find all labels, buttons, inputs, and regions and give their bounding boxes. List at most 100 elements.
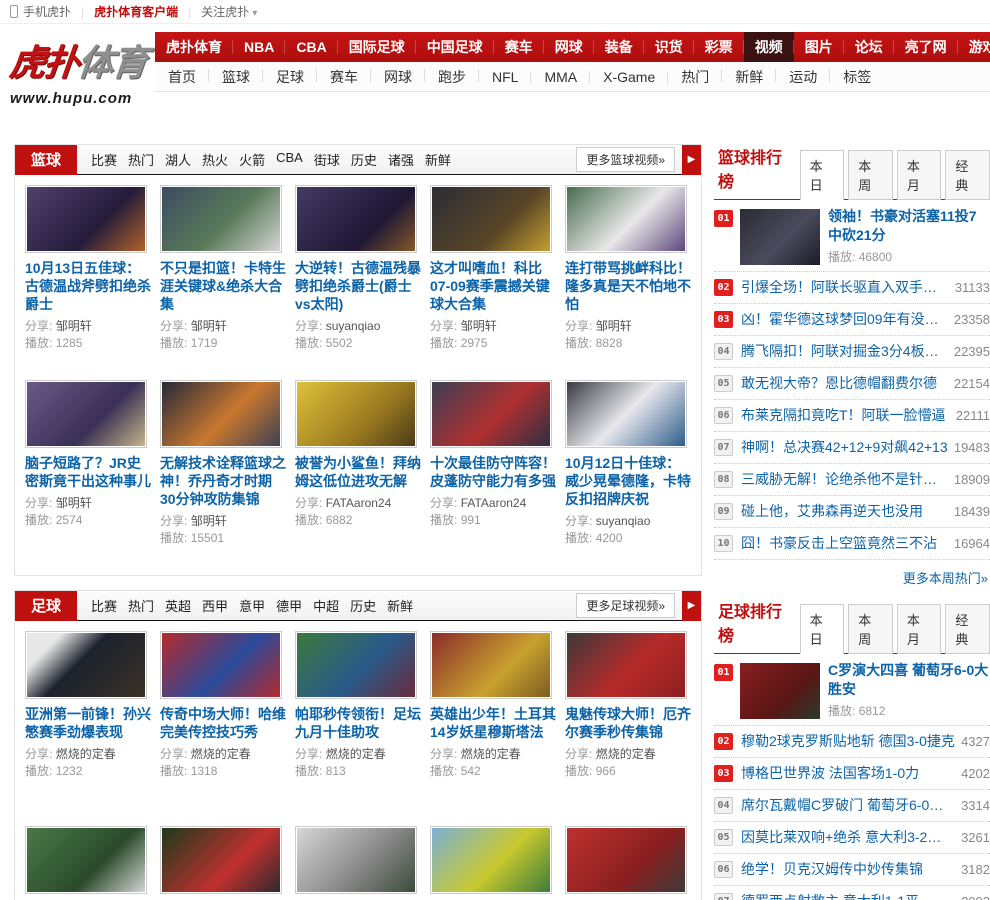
- video-thumbnail[interactable]: [295, 185, 417, 253]
- ranking-item-title[interactable]: 德罗西点射救主 意大利1-1平: [741, 892, 955, 900]
- ranking-item[interactable]: 04 席尔瓦戴帽C罗破门 葡萄牙6-0狂胜 3314: [714, 790, 990, 822]
- ranking-item[interactable]: 04 腾飞隔扣！阿联对掘金3分4板表现 22395: [714, 336, 990, 368]
- video-thumbnail[interactable]: [565, 631, 687, 699]
- fb-tab-bundesliga[interactable]: 德甲: [276, 596, 302, 615]
- subnav-xgame[interactable]: X-Game: [590, 69, 669, 85]
- bb-tab-history[interactable]: 历史: [351, 150, 377, 169]
- video-thumbnail[interactable]: [565, 826, 687, 894]
- fb-tab-csl[interactable]: 中超: [313, 596, 339, 615]
- ranking-item-title[interactable]: 布莱克隔扣竟吃T！阿联一脸懵逼: [741, 406, 950, 425]
- ranking-top-item[interactable]: 01 领袖！书豪对活塞11投7中砍21分 播放: 46800: [714, 200, 990, 272]
- video-thumbnail[interactable]: [430, 380, 552, 448]
- video-thumbnail[interactable]: [25, 631, 147, 699]
- subnav-tags[interactable]: 标签: [830, 67, 884, 87]
- video-thumbnail[interactable]: [430, 631, 552, 699]
- ranking-thumbnail[interactable]: [740, 209, 820, 265]
- nav-gear[interactable]: 装备: [594, 32, 644, 62]
- video-title[interactable]: 英雄出少年！土耳其14岁妖星穆斯塔法: [430, 705, 556, 741]
- fb-rank-tab-week[interactable]: 本周: [848, 604, 893, 654]
- nav-racing[interactable]: 赛车: [494, 32, 544, 62]
- fb-tab-laliga[interactable]: 西甲: [202, 596, 228, 615]
- ranking-item[interactable]: 07 神啊！总决赛42+12+9对飙42+13 19483: [714, 432, 990, 464]
- subnav-mma[interactable]: MMA: [531, 69, 590, 85]
- ranking-item[interactable]: 03 凶！霍华德这球梦回09年有没有？ 23358: [714, 304, 990, 336]
- ranking-item-title[interactable]: 穆勒2球克罗斯贴地斩 德国3-0捷克: [741, 732, 955, 751]
- ranking-item[interactable]: 09 碰上他，艾弗森再逆天也没用 18439: [714, 496, 990, 528]
- ranking-item[interactable]: 02 引爆全场！阿联长驱直入双手隔扣 31133: [714, 272, 990, 304]
- ranking-item[interactable]: 06 布莱克隔扣竟吃T！阿联一脸懵逼 22111: [714, 400, 990, 432]
- bb-tab-cba[interactable]: CBA: [276, 150, 303, 169]
- nav-nba[interactable]: NBA: [233, 32, 286, 62]
- video-title[interactable]: 大逆转！古德温残暴劈扣绝杀爵士(爵士vs太阳): [295, 259, 421, 313]
- video-thumbnail[interactable]: [295, 826, 417, 894]
- nav-video-active[interactable]: 视频: [743, 32, 794, 62]
- site-logo[interactable]: 虎扑体育 www.hupu.com: [8, 34, 155, 107]
- fb-tab-hot[interactable]: 热门: [128, 596, 154, 615]
- subnav-hot[interactable]: 热门: [668, 67, 723, 87]
- subnav-tennis[interactable]: 网球: [371, 67, 425, 87]
- ranking-item[interactable]: 07 德罗西点射救主 意大利1-1平 2993: [714, 886, 990, 900]
- ranking-item[interactable]: 05 因莫比莱双响+绝杀 意大利3-2险胜 3261: [714, 822, 990, 854]
- nav-hupu-sports[interactable]: 虎扑体育: [155, 32, 233, 62]
- more-arrow-icon[interactable]: [682, 144, 701, 175]
- video-title[interactable]: 亚洲第一前锋！孙兴慜赛季劲爆表现: [25, 705, 151, 741]
- client-link[interactable]: 虎扑体育客户端: [94, 3, 178, 20]
- video-thumbnail[interactable]: [160, 631, 282, 699]
- bb-rank-tab-week[interactable]: 本周: [848, 150, 893, 200]
- nav-lottery[interactable]: 彩票: [694, 32, 744, 62]
- ranking-item[interactable]: 02 穆勒2球克罗斯贴地斩 德国3-0捷克 4327: [714, 726, 990, 758]
- more-arrow-icon[interactable]: [682, 590, 701, 621]
- video-thumbnail[interactable]: [565, 185, 687, 253]
- video-thumbnail[interactable]: [430, 826, 552, 894]
- follow-dropdown[interactable]: 关注虎扑: [201, 3, 257, 20]
- ranking-item-title[interactable]: 凶！霍华德这球梦回09年有没有？: [741, 310, 948, 329]
- video-thumbnail[interactable]: [295, 380, 417, 448]
- nav-forum[interactable]: 论坛: [844, 32, 894, 62]
- bb-tab-rockets[interactable]: 火箭: [239, 150, 265, 169]
- ranking-item[interactable]: 08 三威胁无解！论绝杀他不是针对谁 18909: [714, 464, 990, 496]
- subnav-basketball[interactable]: 篮球: [209, 67, 263, 87]
- bb-tab-heat[interactable]: 热火: [202, 150, 228, 169]
- video-thumbnail[interactable]: [25, 826, 147, 894]
- nav-games[interactable]: 游戏: [958, 32, 990, 62]
- ranking-top-item[interactable]: 01 C罗演大四喜 葡萄牙6-0大胜安 播放: 6812: [714, 654, 990, 726]
- ranking-item-title[interactable]: 神啊！总决赛42+12+9对飙42+13: [741, 438, 948, 457]
- ranking-item-title[interactable]: 腾飞隔扣！阿联对掘金3分4板表现: [741, 342, 948, 361]
- subnav-nfl[interactable]: NFL: [479, 69, 532, 85]
- nav-intl-football[interactable]: 国际足球: [338, 32, 416, 62]
- ranking-item-title[interactable]: 绝学！贝克汉姆传中妙传集锦: [741, 860, 955, 879]
- bb-tab-lakers[interactable]: 湖人: [165, 150, 191, 169]
- subnav-racing[interactable]: 赛车: [317, 67, 371, 87]
- bb-rank-tab-month[interactable]: 本月: [896, 150, 942, 200]
- video-thumbnail[interactable]: [160, 380, 282, 448]
- subnav-football[interactable]: 足球: [263, 67, 317, 87]
- subnav-sport[interactable]: 运动: [776, 67, 831, 87]
- video-title[interactable]: 不只是扣篮！卡特生涯关键球&绝杀大合集: [160, 259, 286, 313]
- bb-rank-tab-classic[interactable]: 经典: [945, 150, 990, 200]
- subnav-fresh[interactable]: 新鲜: [722, 67, 777, 87]
- video-thumbnail[interactable]: [160, 826, 282, 894]
- video-thumbnail[interactable]: [25, 185, 147, 253]
- ranking-item-title[interactable]: 博格巴世界波 法国客场1-0力: [741, 764, 955, 783]
- bb-tab-streetball[interactable]: 街球: [314, 150, 340, 169]
- video-thumbnail[interactable]: [430, 185, 552, 253]
- fb-tab-fresh[interactable]: 新鲜: [387, 596, 413, 615]
- fb-tab-seriea[interactable]: 意甲: [239, 596, 265, 615]
- video-thumbnail[interactable]: [295, 631, 417, 699]
- video-title[interactable]: 传奇中场大师！哈维完美传控技巧秀: [160, 705, 286, 741]
- ranking-item[interactable]: 10 囧！书豪反击上空篮竟然三不沾 16964: [714, 528, 990, 560]
- fb-rank-tab-classic[interactable]: 经典: [945, 604, 990, 654]
- fb-rank-tab-today[interactable]: 本日: [799, 604, 845, 654]
- video-title[interactable]: 鬼魅传球大师！厄齐尔赛季秒传集锦: [565, 705, 691, 741]
- ranking-top-title[interactable]: C罗演大四喜 葡萄牙6-0大胜安: [828, 661, 990, 699]
- ranking-thumbnail[interactable]: [740, 663, 820, 719]
- ranking-item-title[interactable]: 敢无视大帝？恩比德帽翻费尔德: [741, 374, 948, 393]
- ranking-top-title[interactable]: 领袖！书豪对活塞11投7中砍21分: [828, 207, 990, 245]
- subnav-home[interactable]: 首页: [155, 67, 209, 87]
- fb-rank-tab-month[interactable]: 本月: [896, 604, 942, 654]
- nav-cba[interactable]: CBA: [285, 32, 339, 62]
- video-title[interactable]: 十次最佳防守阵容！皮蓬防守能力有多强: [430, 454, 556, 490]
- video-title[interactable]: 10月13日五佳球：古德温战斧劈扣绝杀爵士: [25, 259, 151, 313]
- subnav-running[interactable]: 跑步: [425, 67, 479, 87]
- video-title[interactable]: 无解技术诠释篮球之神！乔丹奇才时期30分钟攻防集锦: [160, 454, 286, 508]
